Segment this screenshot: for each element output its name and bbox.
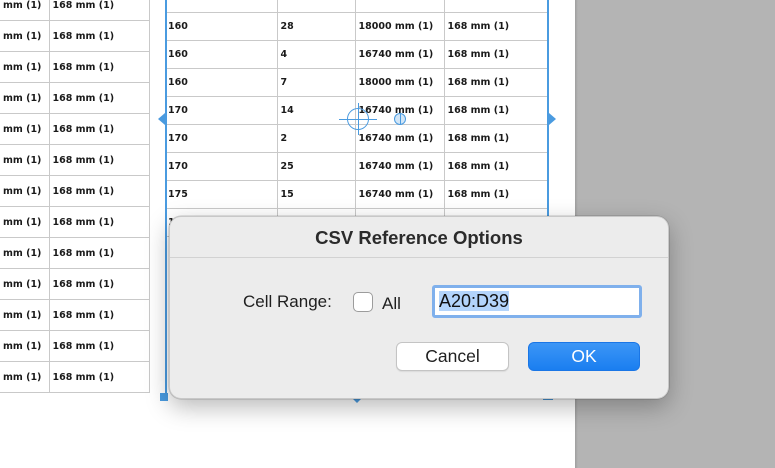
- table-cell: 18000 mm (1): [354, 68, 445, 97]
- table-cell: 168 mm (1): [443, 124, 548, 153]
- all-checkbox[interactable]: [353, 292, 373, 312]
- table-cell: mm (1): [0, 361, 50, 393]
- resize-handle-bottom-left[interactable]: [160, 393, 168, 401]
- cancel-button[interactable]: Cancel: [396, 342, 509, 371]
- table-cell: 160: [165, 12, 278, 41]
- anchor-point-icon[interactable]: [394, 113, 406, 125]
- table-row: 170 25 16740 mm (1) 168 mm (1): [165, 152, 548, 181]
- table-cell: 168 mm (1): [443, 152, 548, 181]
- table-cell: 168 mm (1): [48, 51, 150, 83]
- table-row: 160 7 18000 mm (1) 168 mm (1): [165, 68, 548, 97]
- table-row: mm (1) 168 mm (1): [0, 268, 150, 300]
- ok-button[interactable]: OK: [528, 342, 640, 371]
- table-cell: 16740 mm (1): [354, 40, 445, 69]
- table-cell: [354, 0, 445, 13]
- table-cell: mm (1): [0, 51, 50, 83]
- table-cell: mm (1): [0, 330, 50, 362]
- table-cell: mm (1): [0, 113, 50, 145]
- table-cell: mm (1): [0, 299, 50, 331]
- table-cell: 168 mm (1): [48, 175, 150, 207]
- table-cell: 168 mm (1): [48, 144, 150, 176]
- table-cell: 168 mm (1): [443, 68, 548, 97]
- table-cell: 168 mm (1): [443, 40, 548, 69]
- table-row: mm (1) 168 mm (1): [0, 299, 150, 331]
- table-cell: [276, 0, 356, 13]
- table-row: mm (1) 168 mm (1): [0, 20, 150, 52]
- table-cell: 170: [165, 152, 278, 181]
- table-cell: [165, 0, 278, 13]
- csv-reference-options-dialog: CSV Reference Options Cell Range: All A2…: [169, 216, 669, 399]
- table-cell: mm (1): [0, 82, 50, 114]
- table-cell: 168 mm (1): [48, 206, 150, 238]
- table-cell: 168 mm (1): [48, 268, 150, 300]
- table-cell: 175: [165, 180, 278, 209]
- table-cell: mm (1): [0, 175, 50, 207]
- table-row: 160 4 16740 mm (1) 168 mm (1): [165, 40, 548, 69]
- table-row: mm (1) 168 mm (1): [0, 82, 150, 114]
- table-cell: 168 mm (1): [48, 20, 150, 52]
- table-row: mm (1) 168 mm (1): [0, 361, 150, 393]
- table-cell: 168 mm (1): [443, 180, 548, 209]
- table-row: mm (1) 168 mm (1): [0, 237, 150, 269]
- table-cell: 168 mm (1): [48, 237, 150, 269]
- table-row: 175 15 16740 mm (1) 168 mm (1): [165, 180, 548, 209]
- resize-handle-right[interactable]: [549, 113, 556, 125]
- table-row: mm (1) 168 mm (1): [0, 206, 150, 238]
- dialog-titlebar[interactable]: CSV Reference Options: [170, 217, 668, 258]
- table-cell: 170: [165, 96, 278, 125]
- table-cell: 18000 mm (1): [354, 12, 445, 41]
- table-row: 160 28 18000 mm (1) 168 mm (1): [165, 12, 548, 41]
- table-cell: 25: [276, 152, 356, 181]
- resize-handle-left[interactable]: [158, 113, 165, 125]
- table-cell: 168 mm (1): [48, 113, 150, 145]
- table-cell: 16740 mm (1): [354, 180, 445, 209]
- table-cell: 15: [276, 180, 356, 209]
- table-row: mm (1) 168 mm (1): [0, 0, 150, 21]
- table-cell: mm (1): [0, 144, 50, 176]
- table-cell: 168 mm (1): [48, 330, 150, 362]
- dialog-title: CSV Reference Options: [315, 227, 523, 248]
- table-cell: [443, 0, 548, 13]
- table-cell: 160: [165, 68, 278, 97]
- table-cell: 168 mm (1): [48, 361, 150, 393]
- table-cell: 14: [276, 96, 356, 125]
- table-row: mm (1) 168 mm (1): [0, 144, 150, 176]
- table-cell: 168 mm (1): [443, 12, 548, 41]
- table-cell: 28: [276, 12, 356, 41]
- table-cell: 160: [165, 40, 278, 69]
- table-cell: 16740 mm (1): [354, 124, 445, 153]
- cell-range-value: A20:D39: [439, 291, 510, 311]
- table-cell: 7: [276, 68, 356, 97]
- all-checkbox-label[interactable]: All: [382, 294, 401, 314]
- table-cell: 168 mm (1): [48, 299, 150, 331]
- table-cell: mm (1): [0, 20, 50, 52]
- table-row: mm (1) 168 mm (1): [0, 175, 150, 207]
- table-cell: mm (1): [0, 206, 50, 238]
- table-cell: 168 mm (1): [443, 96, 548, 125]
- table-cell: 168 mm (1): [48, 82, 150, 114]
- origin-crosshair-icon[interactable]: [339, 103, 377, 135]
- cell-range-input[interactable]: A20:D39: [432, 285, 642, 318]
- table-cell: 16740 mm (1): [354, 152, 445, 181]
- table-row: [165, 0, 548, 13]
- table-cell: 170: [165, 124, 278, 153]
- cell-range-label: Cell Range:: [243, 292, 332, 311]
- table-cell: mm (1): [0, 237, 50, 269]
- table-row: mm (1) 168 mm (1): [0, 330, 150, 362]
- table-row: mm (1) 168 mm (1): [0, 51, 150, 83]
- table-cell: mm (1): [0, 0, 50, 21]
- table-cell: mm (1): [0, 268, 50, 300]
- table-cell: 2: [276, 124, 356, 153]
- table-row: mm (1) 168 mm (1): [0, 113, 150, 145]
- table-cell: 4: [276, 40, 356, 69]
- left-table: mm (1) 168 mm (1) mm (1) 168 mm (1) mm (1) 16…: [0, 0, 150, 393]
- table-cell: 168 mm (1): [48, 0, 150, 21]
